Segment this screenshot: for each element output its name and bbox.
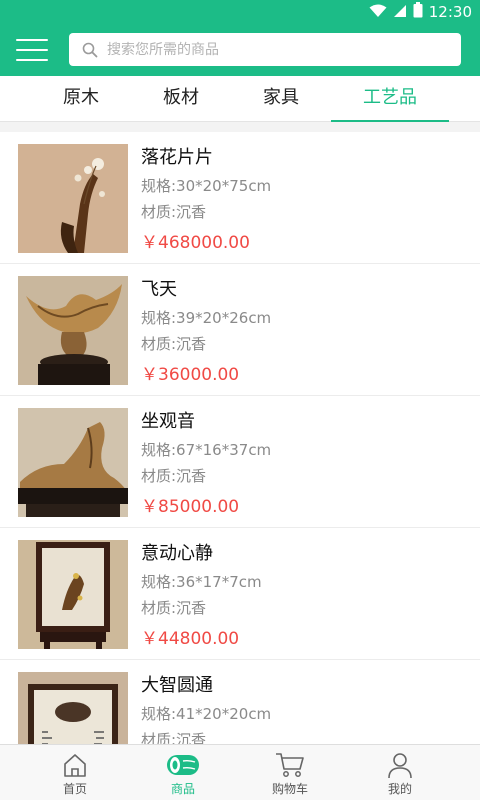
nav-profile[interactable]: 我的 (340, 745, 460, 800)
battery-icon (413, 2, 423, 22)
product-name: 坐观音 (141, 411, 195, 432)
goods-icon (123, 750, 243, 780)
product-name: 飞天 (141, 279, 177, 300)
product-price: ￥44800.00 (141, 629, 240, 649)
product-spec: 规格:30*20*75cm (141, 177, 272, 195)
product-item[interactable]: 意动心静 规格:36*17*7cm 材质:沉香 ￥44800.00 (0, 528, 480, 660)
nav-cart[interactable]: 购物车 (230, 745, 350, 800)
product-price: ￥36000.00 (141, 365, 240, 385)
nav-goods-label: 商品 (170, 782, 195, 796)
product-name: 大智圆通 (141, 675, 213, 696)
nav-home[interactable]: 首页 (15, 745, 135, 800)
home-icon (15, 750, 135, 780)
product-spec: 规格:39*20*26cm (141, 309, 272, 327)
product-item[interactable]: 落花片片 规格:30*20*75cm 材质:沉香 ￥468000.00 (0, 132, 480, 264)
nav-home-label: 首页 (62, 782, 87, 796)
product-material: 材质:沉香 (141, 467, 207, 485)
product-price: ￥85000.00 (141, 497, 240, 517)
product-image (18, 276, 128, 385)
separator (0, 122, 480, 132)
product-material: 材质:沉香 (141, 599, 207, 617)
product-item[interactable]: 坐观音 规格:67*16*37cm 材质:沉香 ￥85000.00 (0, 396, 480, 528)
product-image (18, 144, 128, 253)
product-item[interactable]: 飞天 规格:39*20*26cm 材质:沉香 ￥36000.00 (0, 264, 480, 396)
product-material: 材质:沉香 (141, 731, 207, 744)
product-image (18, 540, 128, 649)
status-time: 12:30 (428, 3, 472, 21)
nav-goods[interactable]: 商品 (123, 745, 243, 800)
search-input[interactable] (107, 35, 461, 64)
bottom-nav: 首页 商品 购物车 我的 (0, 744, 480, 800)
product-spec: 规格:36*17*7cm (141, 573, 262, 591)
status-icons: 12:30 (369, 2, 472, 22)
product-item[interactable]: 大智圆通 规格:41*20*20cm 材质:沉香 (0, 660, 480, 744)
product-image (18, 408, 128, 517)
product-material: 材质:沉香 (141, 335, 207, 353)
product-material: 材质:沉香 (141, 203, 207, 221)
tab-furniture[interactable]: 家具 (222, 76, 340, 122)
category-tabs: 原木 板材 家具 工艺品 (0, 76, 480, 122)
app-bar (0, 24, 480, 76)
product-name: 意动心静 (141, 543, 213, 564)
profile-icon (340, 750, 460, 780)
menu-icon[interactable] (16, 36, 48, 64)
status-bar: 12:30 (0, 0, 480, 24)
nav-cart-label: 购物车 (271, 782, 308, 796)
signal-icon (393, 3, 407, 22)
cart-icon (230, 750, 350, 780)
product-list[interactable]: 落花片片 规格:30*20*75cm 材质:沉香 ￥468000.00 飞天 规… (0, 132, 480, 744)
wifi-icon (369, 3, 387, 22)
search-box[interactable] (69, 33, 461, 66)
tab-crafts[interactable]: 工艺品 (331, 76, 449, 122)
product-spec: 规格:41*20*20cm (141, 705, 272, 723)
search-icon (81, 41, 99, 59)
product-name: 落花片片 (141, 147, 213, 168)
nav-profile-label: 我的 (387, 782, 412, 796)
product-price: ￥468000.00 (141, 233, 250, 253)
product-image (18, 672, 128, 744)
product-spec: 规格:67*16*37cm (141, 441, 272, 459)
